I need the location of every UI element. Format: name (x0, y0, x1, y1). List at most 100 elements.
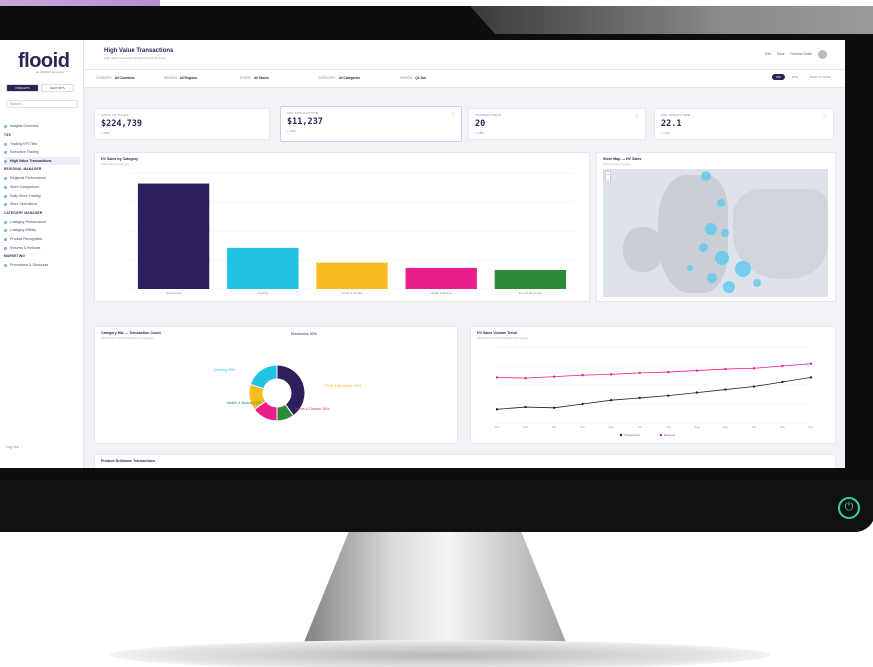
nav-section-heading: MARKETING (4, 254, 26, 259)
map-bubble[interactable] (705, 223, 717, 235)
filter-region[interactable]: REGION All Regions (164, 76, 197, 80)
nav-icon (4, 220, 7, 224)
kpi-card-avg-transaction[interactable]: AVG TRANSACTION ⓘ $11,237 + 1.6% (280, 106, 462, 142)
edit-button[interactable]: Edit (765, 52, 771, 56)
kpi-card-basket-size[interactable]: AVG BASKET SIZE ⓘ 22.1 + 2.2% (654, 108, 834, 140)
nav-icon (4, 142, 7, 146)
sidebar-item-label: Executive Trading (10, 150, 39, 155)
kpi-card-total-sales[interactable]: TOTAL HV SALES $224,739 + 4.8% (94, 108, 270, 140)
period-mth[interactable]: MTH (788, 74, 803, 80)
sidebar-item[interactable]: Product Recognition (4, 235, 80, 244)
filter-label: COUNTRY (96, 76, 112, 80)
sidebar-item[interactable]: Regional Performance (4, 174, 80, 183)
legend-label: Revenue (664, 433, 676, 437)
bar (227, 247, 299, 289)
filter-category[interactable]: CATEGORY All Categories (318, 76, 360, 80)
data-point (609, 373, 613, 376)
save-button[interactable]: Save (777, 52, 785, 56)
x-tick-label: Jun (637, 425, 642, 429)
nav-icon (4, 151, 7, 155)
photo-stage: ⏻ flooid an INVENT company INSIGHTS REPOR… (0, 0, 873, 667)
user-name[interactable]: Deanna Smith (791, 52, 813, 56)
filter-store[interactable]: STORE All Stores (240, 76, 269, 80)
nav-icon (4, 237, 7, 241)
bar (137, 183, 210, 289)
search-input[interactable]: Search... (6, 100, 78, 108)
sidebar-item[interactable]: Store Comparison (4, 183, 80, 192)
x-tick-label: Nov (780, 425, 786, 429)
filter-value: Q3 Jan (415, 76, 426, 80)
data-point (609, 399, 613, 402)
sidebar-item[interactable]: Insights Overview (4, 122, 80, 131)
x-tick-label: Home & Kitchen (341, 291, 363, 295)
page-title: High Value Transactions (104, 48, 174, 54)
data-point (724, 388, 727, 391)
map-bubble[interactable] (701, 171, 711, 181)
data-point (695, 391, 699, 394)
sidebar-item-label: Promotions & Discounts (10, 263, 49, 268)
period-wk[interactable]: WK (771, 74, 785, 80)
sidebar-item[interactable]: Category Affinity (4, 226, 80, 235)
info-icon[interactable]: ⓘ (451, 111, 455, 117)
x-tick-label: Oct (752, 425, 757, 429)
data-point (552, 406, 556, 409)
info-icon[interactable]: ⓘ (823, 113, 827, 119)
map-bubble[interactable] (707, 273, 717, 283)
map-bubble[interactable] (699, 243, 708, 252)
period-ytd[interactable]: YEAR TO DATE (805, 74, 835, 80)
x-tick-label: Aug (694, 425, 699, 429)
map-bubble[interactable] (687, 265, 693, 271)
kpi-label: TRANSACTIONS (475, 113, 501, 117)
sidebar-item-label: Store Comparison (10, 184, 39, 189)
info-icon[interactable]: ⓘ (635, 113, 639, 119)
sidebar-item[interactable]: Trading KPI Tiles (4, 140, 80, 149)
map-card: Store Map — HV Sales Sales by store loca… (596, 152, 836, 302)
power-icon[interactable]: ⏻ (838, 497, 860, 519)
map-bubble[interactable] (717, 199, 725, 207)
map-bubble[interactable] (753, 279, 761, 287)
logout-link[interactable]: Log Out (6, 445, 18, 449)
product-drilldown-card: Product Drilldown Transactions (94, 454, 836, 468)
nav-section-heading: TSS (4, 132, 11, 137)
nav-icon (4, 177, 7, 181)
monitor-chin (0, 480, 873, 532)
kpi-delta: + 4.8% (101, 131, 110, 135)
filter-country[interactable]: COUNTRY All Countries (96, 76, 135, 80)
sidebar-item[interactable]: Executive Trading (4, 148, 80, 157)
logo-subtitle: an INVENT company (36, 70, 65, 74)
map-bubble[interactable] (721, 229, 729, 237)
tab-reports[interactable]: REPORTS (41, 84, 74, 92)
kpi-card-transactions[interactable]: TRANSACTIONS ⓘ 20 + 4.8% (468, 108, 646, 140)
legend-label: Transactions (624, 433, 641, 437)
line-chart-card: HV Sales Volume Trend Weekly trend of tr… (470, 326, 836, 444)
filter-period[interactable]: PERIOD Q3 Jan (400, 76, 426, 80)
sidebar-item-label: Daily Store Trading (10, 193, 41, 198)
tab-insights[interactable]: INSIGHTS (6, 84, 39, 92)
sidebar-item[interactable]: Store Operations (4, 200, 80, 209)
sidebar-item[interactable]: High Value Transactions (4, 156, 80, 166)
filter-label: CATEGORY (318, 76, 336, 80)
donut-chart: Electronics 40% Clothing 20% Food & Bevera… (214, 332, 362, 422)
sidebar-item[interactable]: Category Performance (4, 218, 80, 227)
avatar[interactable] (818, 50, 827, 59)
bar (405, 267, 477, 289)
x-tick-label: Mar (552, 425, 557, 429)
sidebar-item[interactable]: Promotions & Discounts (4, 261, 80, 270)
map-zoom-control[interactable]: + − (605, 171, 611, 183)
nav-icon (4, 159, 7, 163)
data-point (581, 373, 584, 377)
filter-label: PERIOD (400, 76, 413, 80)
store-map[interactable]: + − (603, 169, 828, 297)
monitor-stand (300, 532, 570, 652)
map-bubble[interactable] (715, 251, 729, 265)
period-toggle: WK MTH YEAR TO DATE (769, 74, 835, 80)
map-bubble[interactable] (723, 281, 735, 293)
sidebar-item-label: Category Performance (10, 219, 47, 224)
map-bubble[interactable] (735, 261, 751, 277)
kpi-delta: + 1.6% (287, 129, 296, 133)
card-title: Store Map — HV Sales (603, 157, 642, 161)
sidebar-item[interactable]: Daily Store Trading (4, 192, 80, 201)
sidebar-item[interactable]: Returns & Refunds (4, 244, 80, 253)
nav-icon (4, 246, 7, 250)
filter-bar: COUNTRY All Countries REGION All Regions S… (84, 70, 845, 88)
